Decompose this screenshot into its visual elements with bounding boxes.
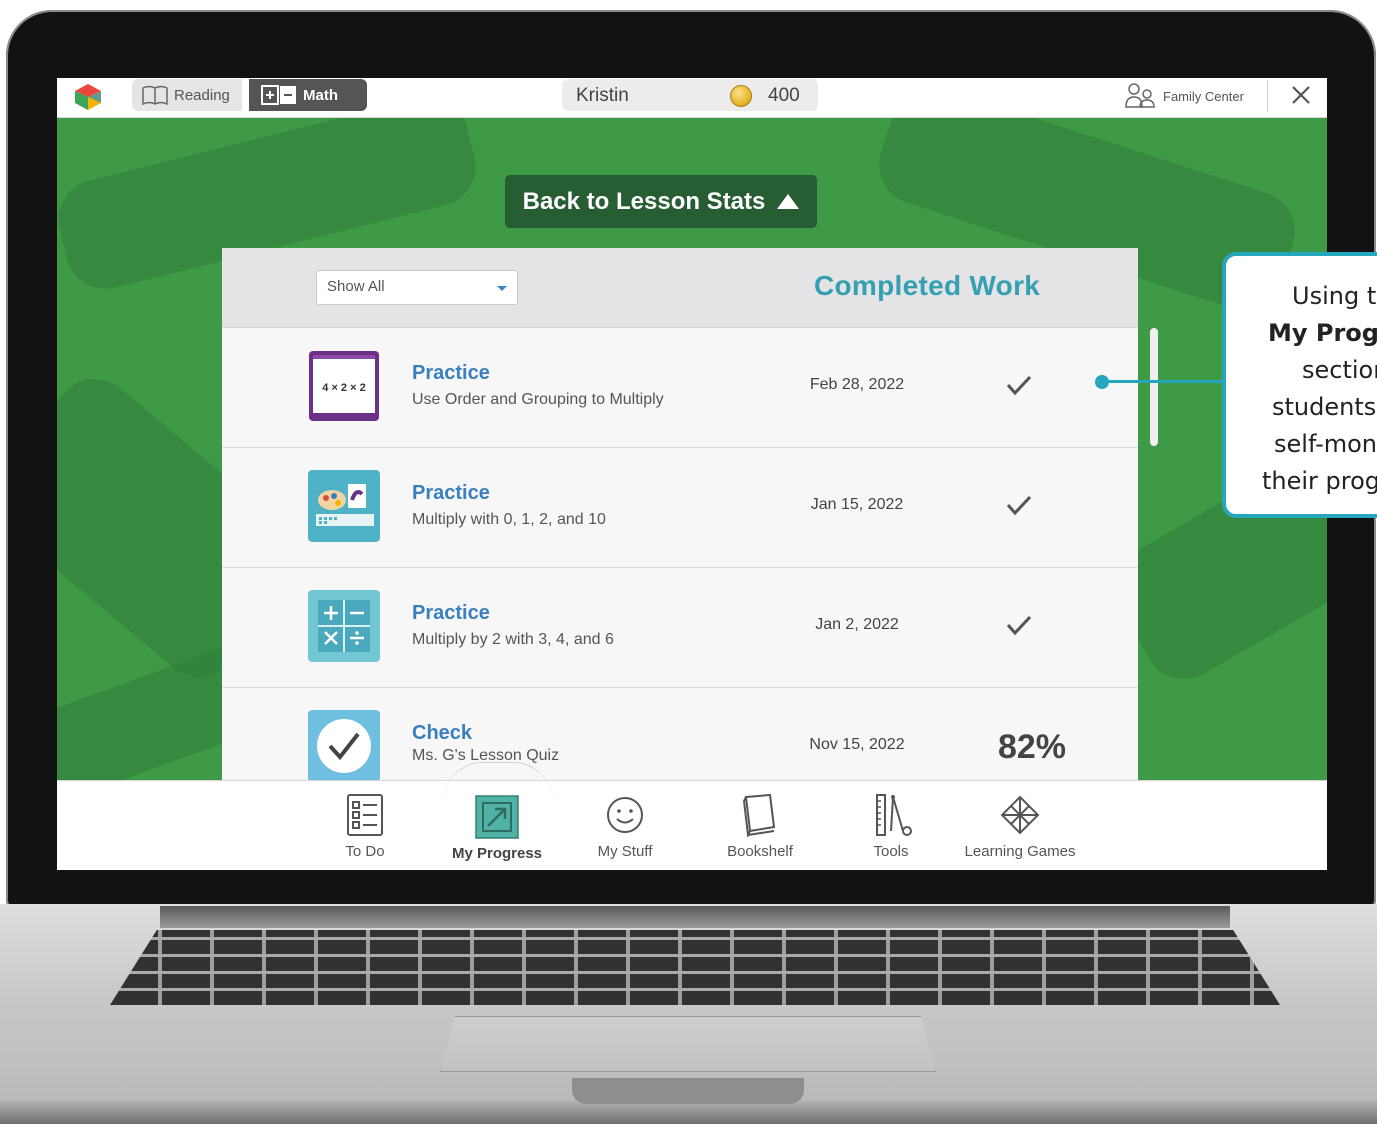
laptop-hinge [160,906,1230,928]
nav-learning-games[interactable]: Learning Games [950,793,1090,860]
row-type[interactable]: Practice [412,482,490,505]
laptop-trackpad [440,1016,936,1072]
filter-dropdown[interactable]: Show All [316,270,518,305]
smiley-icon [607,797,643,833]
games-icon [1000,795,1040,835]
user-name: Kristin [576,85,629,106]
row-date: Jan 2, 2022 [815,616,899,633]
math-tab[interactable]: Math [249,79,367,111]
row-description: Use Order and Grouping to Multiply [412,391,664,408]
callout-text: Using th [1292,282,1377,310]
thumb-text: 4 × 2 × 2 [322,382,365,394]
row-type[interactable]: Practice [412,362,490,385]
back-to-lesson-stats-button[interactable]: Back to Lesson Stats [505,175,817,228]
nav-tools-label: Tools [873,843,909,860]
row-description: Multiply with 0, 1, 2, and 10 [412,511,606,528]
checkmark-icon [1006,615,1032,636]
row-type[interactable]: Practice [412,602,490,625]
filter-value: Show All [327,278,385,295]
topbar-divider [1267,80,1268,112]
row-date: Feb 28, 2022 [809,376,905,393]
plus-minus-icon [261,85,296,105]
back-button-label: Back to Lesson Stats [522,187,766,215]
multiplication-board-thumbnail-icon: 4 × 2 × 2 [309,351,379,421]
callout-connector [1102,380,1224,383]
family-center-button[interactable]: Family Center [1125,82,1244,110]
callout-text: self-mon [1274,430,1377,458]
caret-up-icon [777,194,800,209]
calculator-thumbnail-icon [308,590,380,662]
app-logo-cube-icon[interactable] [73,82,103,112]
panel-title: Completed Work [814,270,1041,301]
nav-my-progress-label: My Progress [451,845,543,862]
callout-text: students [1272,393,1377,421]
nav-bookshelf[interactable]: Bookshelf [690,793,830,860]
work-row[interactable]: Practice Multiply by 2 with 3, 4, and 6 … [222,568,1138,688]
laptop-keyboard [110,930,1280,1005]
nav-todo[interactable]: To Do [295,793,435,860]
row-date: Nov 15, 2022 [809,736,905,753]
top-bar: Reading Math Kristin 400 Family Center [57,78,1327,118]
reading-tab-label: Reading [174,86,230,104]
row-description: Multiply by 2 with 3, 4, and 6 [412,631,614,648]
row-type[interactable]: Check [412,722,472,745]
work-row[interactable]: 4 × 2 × 2 Practice Use Order and Groupin… [222,328,1138,448]
completed-work-panel: Show All Completed Work 4 × 2 × 2 Practi… [222,248,1138,870]
panel-header: Show All Completed Work [222,248,1138,328]
nav-bookshelf-label: Bookshelf [727,843,793,860]
row-date: Jan 15, 2022 [810,496,904,513]
art-palette-thumbnail-icon [308,470,380,542]
user-info: Kristin 400 [562,79,818,111]
checkmark-icon [1006,495,1032,516]
laptop-notch [572,1078,804,1104]
coin-count: 400 [768,85,800,106]
family-center-label: Family Center [1163,88,1244,104]
quiz-score: 82% [997,728,1067,766]
callout-dot [1095,375,1109,389]
nav-todo-label: To Do [345,843,385,860]
app-screen: Reading Math Kristin 400 Family Center B… [57,78,1327,870]
nav-tools[interactable]: Tools [821,793,961,860]
bottom-navigation: To Do My Progress My Stuff Bookshelf Too… [57,780,1327,870]
close-icon[interactable] [1287,81,1315,109]
scrollbar[interactable] [1150,328,1158,446]
nav-my-stuff-label: My Stuff [597,843,653,860]
book-icon [742,793,776,837]
callout-box: Using th My Progr section students self-… [1222,252,1377,518]
nav-my-stuff[interactable]: My Stuff [555,793,695,860]
nav-learning-games-label: Learning Games [964,843,1076,860]
book-open-icon [142,85,168,105]
ruler-tools-icon [876,794,912,836]
reading-tab[interactable]: Reading [132,79,242,111]
callout-text-bold: My Progr [1268,319,1377,347]
chevron-down-icon [497,286,507,291]
people-icon [1125,83,1155,108]
coin-icon [730,85,752,107]
nav-my-progress[interactable]: My Progress [427,795,567,862]
work-row[interactable]: Practice Multiply with 0, 1, 2, and 10 J… [222,448,1138,568]
quiz-check-thumbnail-icon [308,710,380,782]
callout-text: their prog [1262,467,1377,495]
math-tab-label: Math [303,86,338,104]
checkmark-icon [1006,375,1032,396]
checklist-icon [347,794,383,836]
callout-text: section [1302,356,1377,384]
